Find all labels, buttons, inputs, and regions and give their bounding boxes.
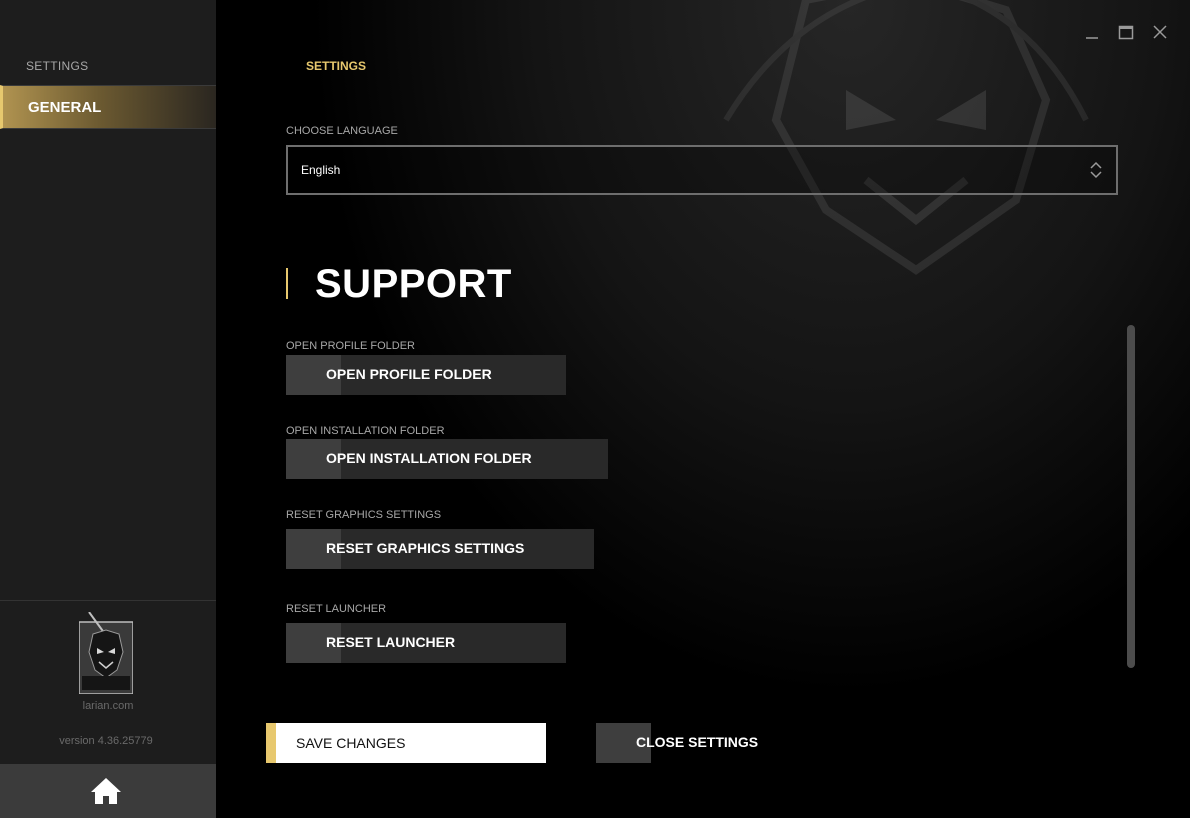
support-title: SUPPORT bbox=[315, 262, 512, 306]
close-settings-button[interactable]: CLOSE SETTINGS bbox=[596, 723, 786, 763]
home-button[interactable] bbox=[0, 764, 216, 818]
minimize-icon[interactable] bbox=[1084, 24, 1100, 40]
maximize-icon[interactable] bbox=[1118, 24, 1134, 40]
scrollbar[interactable] bbox=[1127, 325, 1135, 668]
sidebar-title: SETTINGS bbox=[26, 59, 89, 73]
background-art bbox=[723, 0, 1089, 275]
reset-graphics-settings-button[interactable]: RESET GRAPHICS SETTINGS bbox=[286, 529, 594, 569]
larian-logo bbox=[79, 612, 133, 694]
sidebar-item-label: GENERAL bbox=[28, 99, 102, 116]
close-settings-label: CLOSE SETTINGS bbox=[636, 734, 759, 750]
language-value: English bbox=[301, 163, 341, 177]
language-select[interactable]: English bbox=[286, 145, 1118, 195]
close-icon[interactable] bbox=[1152, 24, 1168, 40]
reset-launcher-button[interactable]: RESET LAUNCHER bbox=[286, 623, 566, 663]
language-label: CHOOSE LANGUAGE bbox=[286, 125, 398, 137]
open-installation-folder-button[interactable]: OPEN INSTALLATION FOLDER bbox=[286, 439, 608, 479]
version-text: version 4.36.25779 bbox=[59, 735, 153, 747]
open-profile-folder-label: OPEN PROFILE FOLDER bbox=[286, 340, 415, 352]
window-controls bbox=[1084, 24, 1168, 40]
sidebar-item-general[interactable]: GENERAL bbox=[0, 85, 216, 129]
open-installation-folder-label: OPEN INSTALLATION FOLDER bbox=[286, 425, 445, 437]
main-panel: SETTINGS CHOOSE LANGUAGE English SUPPORT… bbox=[216, 0, 1190, 818]
reset-launcher-label: RESET LAUNCHER bbox=[286, 603, 387, 615]
chevron-updown-icon bbox=[1090, 161, 1102, 179]
support-accent-bar bbox=[286, 268, 288, 299]
save-changes-label: SAVE CHANGES bbox=[296, 735, 406, 751]
save-changes-button[interactable]: SAVE CHANGES bbox=[266, 723, 546, 763]
open-profile-folder-button[interactable]: OPEN PROFILE FOLDER bbox=[286, 355, 566, 395]
reset-graphics-settings-label: RESET GRAPHICS SETTINGS bbox=[286, 509, 442, 521]
home-icon bbox=[91, 778, 121, 804]
sidebar: SETTINGS GENERAL larian.com version 4.36… bbox=[0, 0, 216, 818]
sidebar-divider bbox=[0, 600, 216, 601]
larian-url[interactable]: larian.com bbox=[0, 700, 216, 712]
tab-settings[interactable]: SETTINGS bbox=[306, 59, 366, 73]
